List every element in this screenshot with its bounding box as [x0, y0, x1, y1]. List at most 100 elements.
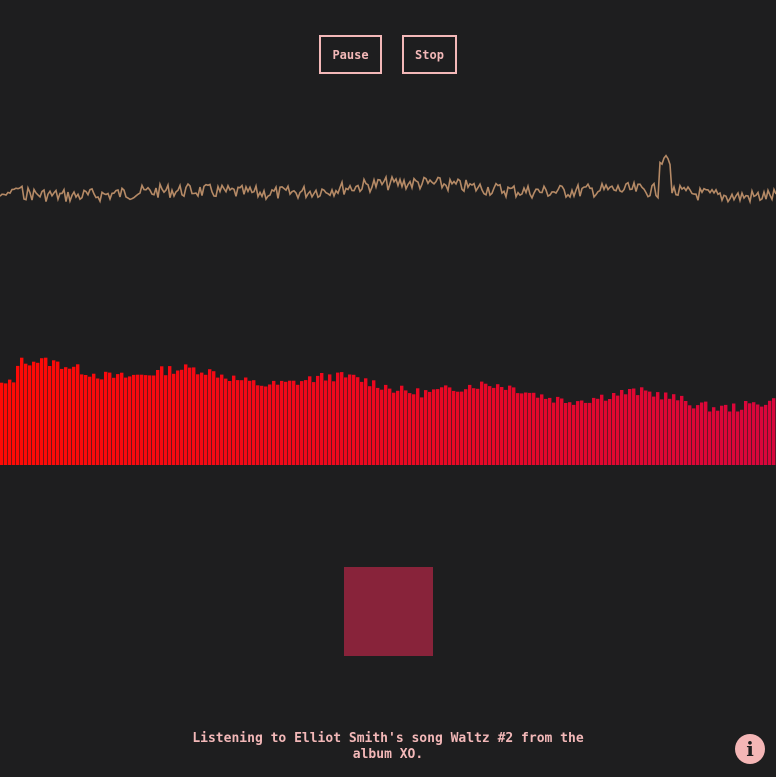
spectrum-bar [20, 357, 24, 465]
spectrum-bar [468, 384, 472, 465]
spectrum-bar [16, 365, 20, 465]
spectrum-bar [256, 385, 260, 465]
spectrum-bar [760, 406, 764, 465]
spectrum-bar [336, 372, 340, 465]
spectrum-bar [0, 382, 4, 465]
spectrum-bar [352, 374, 356, 465]
spectrum-bar [188, 367, 192, 465]
spectrum-bar [756, 404, 760, 465]
spectrum-bar [216, 377, 220, 465]
spectrum-bar [244, 377, 248, 465]
spectrum-bar [108, 372, 112, 465]
spectrum-bar [748, 403, 752, 465]
spectrum-bar [320, 373, 324, 465]
spectrum-bar [332, 381, 336, 465]
spectrum-bar [568, 402, 572, 465]
spectrum-bar [600, 394, 604, 465]
spectrum-bar [392, 392, 396, 465]
spectrum-bar [204, 374, 208, 465]
spectrum-bar [708, 411, 712, 465]
spectrum-bar [220, 374, 224, 465]
spectrum-bar [356, 377, 360, 465]
spectrum-bar [472, 388, 476, 465]
spectrum-bar [512, 387, 516, 465]
spectrum-bar [64, 367, 68, 465]
spectrum-bar [252, 380, 256, 465]
spectrum-bar [576, 401, 580, 465]
spectrum-bar [724, 404, 728, 465]
spectrum-bar [232, 375, 236, 465]
spectrum-bar [48, 366, 52, 465]
spectrum-bar [24, 363, 28, 465]
spectrum-bar [172, 373, 176, 465]
spectrum-bar [316, 375, 320, 465]
spectrum-bar [376, 387, 380, 465]
spectrum-bar [312, 382, 316, 465]
spectrum-bar [280, 380, 284, 465]
info-icon[interactable]: i [735, 734, 765, 764]
spectrum-bar [248, 380, 252, 465]
spectrum-bar [324, 380, 328, 465]
spectrum-bar [584, 402, 588, 465]
spectrum-bar [80, 374, 84, 465]
spectrum-bar [616, 395, 620, 465]
color-square-visualizer [344, 567, 433, 656]
spectrum-bar [260, 385, 264, 465]
spectrum-bar [696, 405, 700, 465]
spectrum-bar [620, 390, 624, 465]
spectrum-bar [304, 380, 308, 465]
spectrum-bar [140, 374, 144, 465]
spectrum-bar [732, 403, 736, 465]
spectrum-bar [692, 408, 696, 465]
spectrum-bar [536, 397, 540, 465]
spectrum-bar [92, 373, 96, 465]
spectrum-bar [176, 370, 180, 465]
spectrum-bar [12, 382, 16, 465]
spectrum-bar [572, 404, 576, 465]
spectrum-bar [456, 391, 460, 465]
spectrum-bar [412, 394, 416, 465]
spectrum-bar [4, 383, 8, 465]
spectrum-bar [400, 385, 404, 465]
spectrum-bar [648, 391, 652, 465]
spectrum-bar [60, 368, 64, 465]
spectrum-bar [52, 360, 56, 465]
spectrum-bar [596, 398, 600, 465]
spectrum-bar [608, 399, 612, 465]
spectrum-bar [372, 380, 376, 465]
spectrum-bar [144, 375, 148, 465]
spectrum-bar [396, 390, 400, 465]
stop-button[interactable]: Stop [402, 35, 457, 74]
spectrum-bar [768, 400, 772, 465]
spectrum-bar [688, 405, 692, 465]
spectrum-bar [404, 390, 408, 465]
spectrum-bar [200, 372, 204, 465]
spectrum-bar [8, 379, 12, 465]
spectrum-bar [632, 388, 636, 465]
spectrum-bar [268, 384, 272, 465]
spectrum-bar [652, 396, 656, 465]
spectrum-bar [96, 378, 100, 465]
spectrum-bar [192, 367, 196, 465]
spectrum-bar [544, 398, 548, 465]
spectrum-bar [432, 389, 436, 465]
spectrum-bar [440, 387, 444, 465]
spectrum-bar [504, 389, 508, 465]
spectrum-bar [480, 381, 484, 465]
spectrum-bar [772, 398, 776, 465]
spectrum-bar [612, 393, 616, 465]
spectrum-bar [428, 391, 432, 465]
pause-button[interactable]: Pause [319, 35, 382, 74]
spectrum-bar [764, 404, 768, 465]
spectrum-bar [712, 407, 716, 465]
spectrum-bar [152, 375, 156, 465]
spectrum-bar [524, 392, 528, 465]
spectrum-bar [672, 394, 676, 465]
spectrum-bar [388, 388, 392, 465]
spectrum-bar [436, 389, 440, 465]
spectrum-bar [604, 400, 608, 465]
spectrum-bar [340, 372, 344, 465]
spectrum-bar [28, 365, 32, 465]
spectrum-bar [452, 390, 456, 465]
spectrum-bar [160, 366, 164, 465]
